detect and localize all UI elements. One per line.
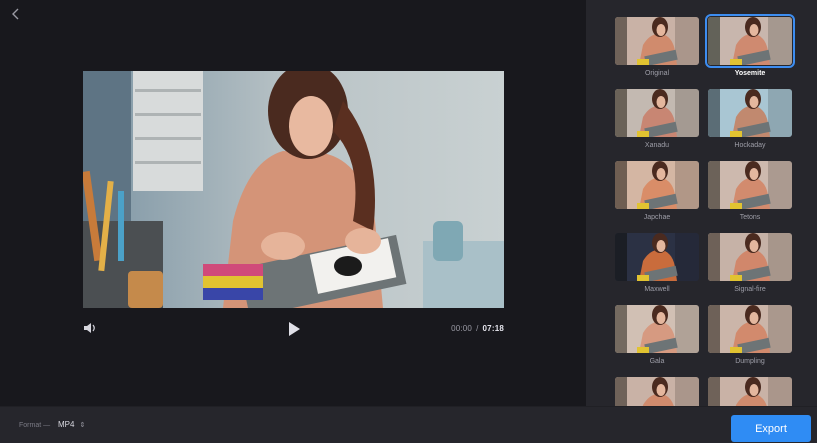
filter-thumbnail [615, 305, 699, 353]
filter-thumbnail [708, 161, 792, 209]
filter-option[interactable]: Original [615, 17, 699, 77]
filter-option[interactable]: Tetons [708, 161, 792, 221]
speaker-icon[interactable] [83, 321, 97, 335]
filter-thumbnail [615, 89, 699, 137]
chevron-left-icon[interactable] [8, 6, 24, 22]
filter-label: Xanadu [644, 142, 670, 149]
filter-thumbnail [708, 89, 792, 137]
filter-label: Dumpling [735, 358, 765, 365]
filter-label: Original [644, 70, 670, 77]
filter-thumbnail [708, 377, 792, 406]
filter-label: Japchae [643, 214, 671, 221]
play-icon[interactable] [287, 321, 301, 337]
chevron-updown-icon: ⇕ [79, 422, 86, 429]
total-time: 07:18 [482, 324, 504, 333]
filter-thumbnail [615, 17, 699, 65]
filter-option[interactable]: Hockaday [708, 89, 792, 149]
bottom-bar: Format — MP4 ⇕ Export [0, 406, 817, 443]
filter-label: Gala [649, 358, 665, 365]
filter-label: Hockaday [734, 142, 766, 149]
filter-label: Tetons [739, 214, 761, 221]
filter-panel: Original Yosemite Xanadu Hockaday Japchae Tet… [586, 0, 817, 406]
filter-thumbnail [615, 377, 699, 406]
filter-thumbnail [615, 161, 699, 209]
video-preview[interactable] [83, 71, 504, 308]
format-label: Format — [19, 422, 51, 429]
player-controls: 00:00/07:18 [83, 318, 504, 340]
filter-label: Maxwell [644, 286, 670, 293]
filter-option[interactable]: Xanadu [615, 89, 699, 149]
editor-main: 00:00/07:18 [0, 0, 586, 406]
format-select[interactable]: MP4 ⇕ [58, 420, 85, 429]
filter-option[interactable]: Dumpling [708, 305, 792, 365]
filter-thumbnail [708, 233, 792, 281]
time-separator: / [476, 324, 479, 333]
filter-thumbnail [615, 233, 699, 281]
filter-option[interactable] [708, 377, 792, 406]
filter-option[interactable] [615, 377, 699, 406]
timecode: 00:00/07:18 [451, 324, 504, 333]
filter-option[interactable]: Maxwell [615, 233, 699, 293]
filter-thumbnail [708, 305, 792, 353]
filter-thumbnail [705, 14, 795, 68]
filter-option[interactable]: Gala [615, 305, 699, 365]
export-button[interactable]: Export [731, 415, 811, 442]
filter-label: Signal-fire [734, 286, 766, 293]
format-value: MP4 [58, 420, 75, 429]
filter-label: Yosemite [734, 70, 766, 77]
filter-option[interactable]: Japchae [615, 161, 699, 221]
filter-option[interactable]: Signal-fire [708, 233, 792, 293]
filter-option[interactable]: Yosemite [705, 14, 795, 77]
current-time: 00:00 [451, 324, 473, 333]
